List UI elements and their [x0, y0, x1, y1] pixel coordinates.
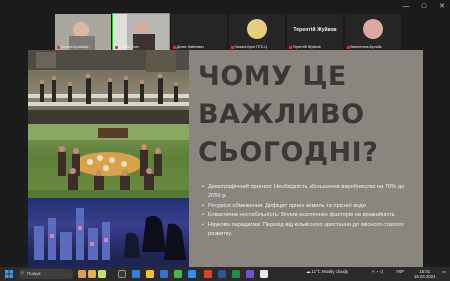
city-crowd-photo — [28, 50, 189, 124]
chrome-icon[interactable] — [174, 270, 182, 278]
farmers-harvest-photo — [28, 124, 189, 198]
edge-browser-icon[interactable] — [132, 270, 140, 278]
participant-tile[interactable]: Галина Куля ПТЕ.Ц — [229, 14, 285, 50]
taskbar: ⌕ Пошук ☁ 11°C Mostly cloudy ˄ ◔ ◁ УКР 1… — [0, 267, 450, 281]
participant-gallery: Оксана Кульбиф Тетяна Олег Денис Няйлеви… — [55, 13, 405, 51]
participant-name: Оксана Кульбиф — [57, 45, 109, 49]
language-indicator[interactable]: УКР — [396, 269, 404, 274]
farmers-harvest-illustration — [28, 124, 189, 198]
participant-name: Денис Няйлевич — [173, 45, 225, 49]
clock[interactable]: 15:01 16.04.2024 — [414, 269, 436, 279]
city-night-photo — [28, 198, 189, 272]
avatar — [247, 19, 267, 39]
taskbar-app-widgets-icon[interactable] — [98, 270, 106, 278]
participant-name: Валентина Бульба — [347, 45, 399, 49]
window-controls: — □ ✕ — [402, 3, 446, 10]
participant-name: Галина Куля ПТЕ.Ц — [231, 45, 283, 49]
taskbar-app-widgets-icon[interactable] — [78, 270, 86, 278]
word-icon[interactable] — [218, 270, 226, 278]
taskbar-app-widgets-icon[interactable] — [88, 270, 96, 278]
mic-muted-icon — [57, 45, 60, 49]
mic-muted-icon — [115, 45, 118, 49]
chevron-up-icon: ˄ — [372, 269, 375, 274]
windows-start-icon[interactable] — [5, 270, 13, 278]
search-label: Пошук — [27, 271, 41, 276]
app-icon[interactable] — [260, 270, 268, 278]
city-night-illustration — [28, 208, 189, 272]
weather-widget[interactable]: ☁ 11°C Mostly cloudy — [306, 269, 348, 274]
volume-icon: ◁ — [379, 269, 383, 274]
mic-muted-icon — [173, 45, 176, 49]
powerpoint-icon[interactable] — [204, 270, 212, 278]
maximize-button[interactable]: □ — [420, 3, 428, 10]
task-view-icon[interactable] — [118, 270, 126, 278]
search-icon: ⌕ — [21, 270, 24, 276]
weather-cloud-icon: ☁ — [306, 269, 311, 274]
notification-icon[interactable]: ▭ — [442, 269, 446, 274]
mic-muted-icon — [231, 45, 234, 49]
participant-name: Тетяна Олег — [115, 45, 167, 49]
slide-title: ЧОМУ ЦЕ ВАЖЛИВО СЬОГОДНІ? — [198, 61, 379, 168]
clock-date: 16.04.2024 — [414, 274, 436, 279]
avatar — [363, 19, 383, 39]
city-crowd-illustration — [28, 50, 189, 124]
store-icon[interactable] — [160, 270, 168, 278]
participant-tile[interactable]: Тетяна Олег — [112, 13, 170, 51]
slide-bullet: Наукова парадигма: Перехід від кількісно… — [202, 221, 417, 240]
slide-bullet: Ресурсні обмеження: Дефіцит орних земель… — [202, 202, 417, 212]
teams-icon[interactable] — [246, 270, 254, 278]
participant-tile[interactable]: Валентина Бульба — [345, 14, 401, 50]
slide-bullet: Демографічний прогноз: Необхідність збіл… — [202, 183, 417, 202]
participant-tile[interactable]: Денис Няйлевич — [171, 14, 227, 50]
file-explorer-icon[interactable] — [146, 270, 154, 278]
minimize-button[interactable]: — — [402, 3, 410, 10]
taskbar-search-box[interactable]: ⌕ Пошук — [19, 269, 73, 279]
excel-icon[interactable] — [232, 270, 240, 278]
network-icon: ◔ — [375, 269, 379, 274]
weather-temperature: 11°C — [311, 269, 321, 274]
participant-tile[interactable]: Оксана Кульбиф — [55, 14, 111, 50]
shared-slide: ЧОМУ ЦЕ ВАЖЛИВО СЬОГОДНІ? Демографічний … — [28, 50, 423, 272]
system-tray-icons[interactable]: ˄ ◔ ◁ — [372, 269, 383, 274]
mic-muted-icon — [347, 45, 350, 49]
participant-tile[interactable]: Терентій Жуйков Терентій Жуйков — [287, 14, 343, 50]
slide-bullet-list: Демографічний прогноз: Необхідність збіл… — [202, 183, 417, 239]
slide-bullet: Кліматична нестабільність: Вплив екзоген… — [202, 211, 417, 221]
participant-big-label: Терентій Жуйков — [293, 27, 337, 33]
close-button[interactable]: ✕ — [438, 3, 446, 10]
zoom-icon[interactable] — [188, 270, 196, 278]
weather-description: Mostly cloudy — [322, 269, 349, 274]
mic-muted-icon — [289, 45, 292, 49]
participant-name: Терентій Жуйков — [289, 45, 341, 49]
